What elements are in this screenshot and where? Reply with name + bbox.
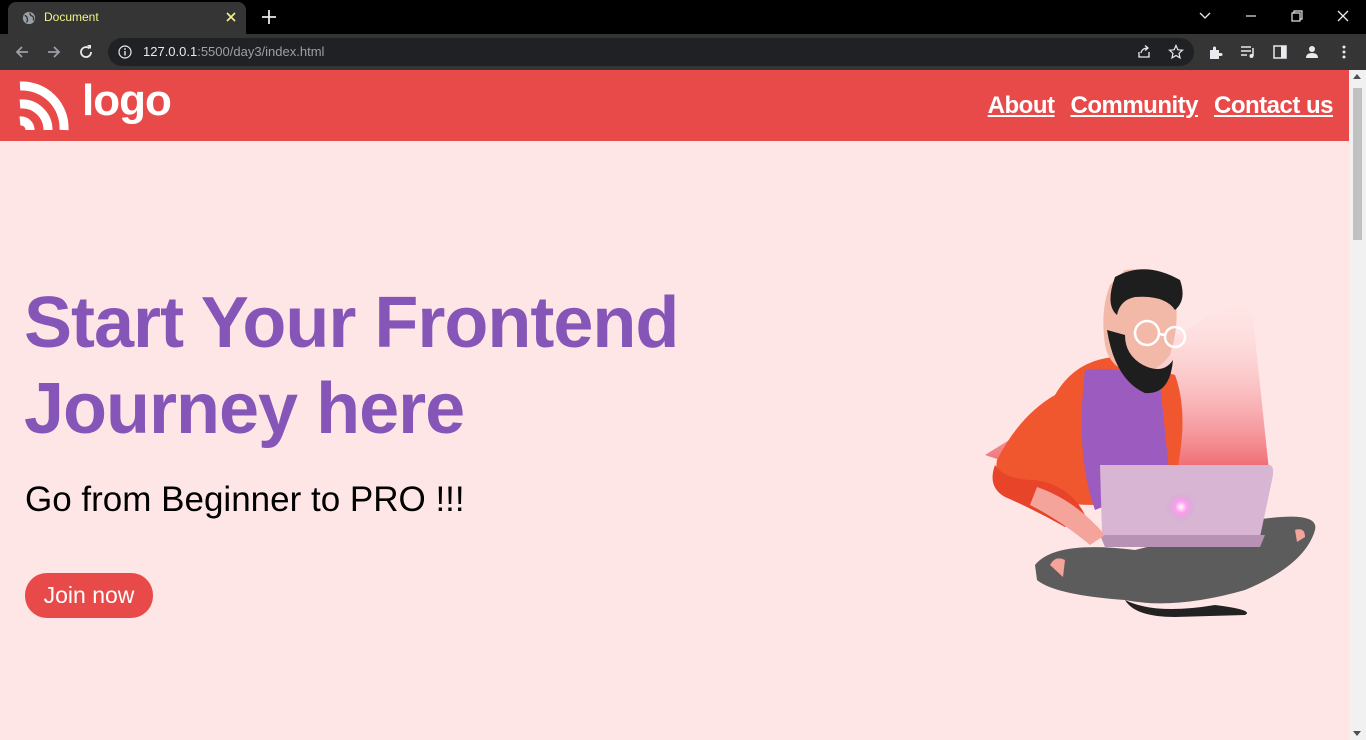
forward-icon[interactable]: [44, 42, 64, 62]
main-nav: About Community Contact us: [988, 92, 1334, 120]
page-viewport: logo About Community Contact us Start Yo…: [0, 70, 1349, 740]
url-host: 127.0.0.1: [143, 44, 198, 59]
close-icon[interactable]: [224, 10, 238, 24]
media-icon[interactable]: [1240, 44, 1256, 60]
site-header: logo About Community Contact us: [0, 70, 1349, 141]
browser-tab[interactable]: Document: [8, 2, 246, 34]
hero-title: Start Your Frontend Journey here: [24, 283, 679, 449]
chevron-down-icon[interactable]: [1194, 6, 1216, 26]
close-icon[interactable]: [1332, 6, 1354, 26]
menu-icon[interactable]: [1336, 44, 1352, 60]
star-icon[interactable]: [1168, 44, 1184, 60]
hero-subtitle: Go from Beginner to PRO !!!: [25, 480, 465, 519]
join-now-button[interactable]: Join now: [25, 573, 153, 618]
logo-text: logo: [82, 76, 172, 125]
share-icon[interactable]: [1136, 44, 1152, 60]
back-icon[interactable]: [12, 42, 32, 62]
nav-link-community[interactable]: Community: [1070, 92, 1198, 120]
sidepanel-icon[interactable]: [1272, 44, 1288, 60]
browser-toolbar: 127.0.0.1:5500/day3/index.html: [0, 34, 1366, 70]
scrollbar-thumb[interactable]: [1353, 88, 1362, 240]
nav-link-contact[interactable]: Contact us: [1214, 92, 1334, 120]
page-scrollbar[interactable]: [1349, 70, 1366, 740]
info-icon[interactable]: [118, 45, 132, 59]
developer-illustration: [985, 269, 1316, 617]
extensions-icon[interactable]: [1208, 44, 1224, 60]
minimize-icon[interactable]: [1240, 6, 1262, 26]
nav-link-about[interactable]: About: [988, 92, 1055, 120]
plus-icon[interactable]: [260, 8, 278, 26]
url-text: 127.0.0.1:5500/day3/index.html: [143, 44, 324, 59]
scroll-down-arrow-icon[interactable]: [1353, 731, 1361, 736]
profile-icon[interactable]: [1304, 44, 1320, 60]
scroll-up-arrow-icon[interactable]: [1353, 74, 1361, 79]
url-path: :5500/day3/index.html: [197, 44, 325, 59]
logo-icon: [19, 81, 69, 131]
reload-icon[interactable]: [76, 42, 96, 62]
tab-title: Document: [44, 10, 99, 24]
address-bar[interactable]: 127.0.0.1:5500/day3/index.html: [108, 38, 1194, 66]
tab-strip: Document: [0, 0, 1366, 34]
restore-icon[interactable]: [1286, 6, 1308, 26]
globe-icon: [22, 11, 36, 25]
